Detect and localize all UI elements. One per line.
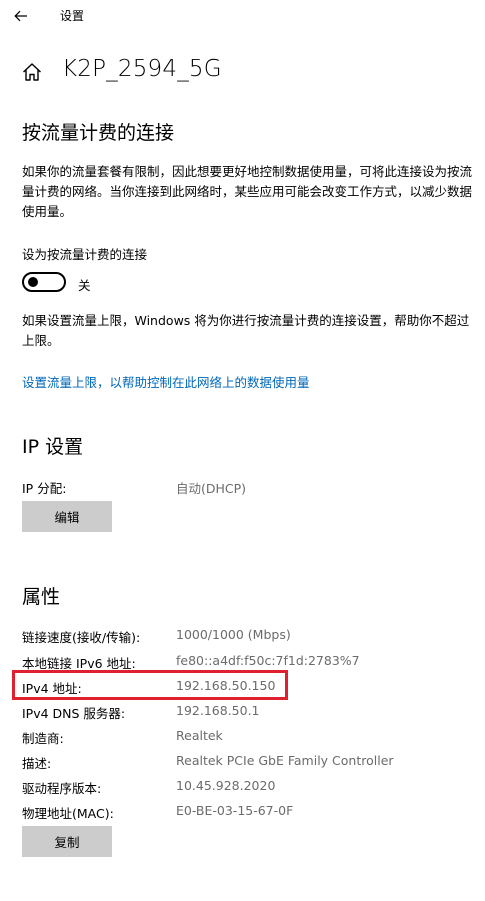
set-data-limit-link[interactable]: 设置流量上限，以帮助控制在此网络上的数据使用量 — [22, 372, 310, 391]
toggle-knob — [28, 277, 38, 287]
ipv4-dns-value: 192.168.50.1 — [176, 703, 260, 718]
link-speed-value: 1000/1000 (Mbps) — [176, 627, 291, 642]
back-arrow-icon — [14, 10, 27, 22]
description-label: 描述: — [22, 756, 52, 771]
properties-heading: 属性 — [22, 586, 61, 608]
ipv4-dns-label: IPv4 DNS 服务器: — [22, 706, 126, 721]
driver-version-label: 驱动程序版本: — [22, 781, 102, 796]
ipv4-highlight-box — [12, 670, 288, 700]
mac-address-label: 物理地址(MAC): — [22, 806, 114, 821]
metered-toggle-label: 设为按流量计费的连接 — [22, 247, 148, 262]
copy-button[interactable]: 复制 — [22, 826, 112, 857]
home-icon — [23, 63, 41, 81]
description-value: Realtek PCIe GbE Family Controller — [176, 753, 394, 768]
link-speed-label: 链接速度(接收/传输): — [22, 630, 141, 645]
back-button[interactable] — [4, 2, 38, 30]
driver-version-value: 10.45.928.2020 — [176, 778, 276, 793]
limit-description: 如果设置流量上限，Windows 将为你进行按流量计费的连接设置，帮助你不超过上… — [22, 313, 470, 348]
network-name: K2P_2594_5G — [62, 56, 222, 82]
window-title: 设置 — [60, 9, 85, 23]
manufacturer-value: Realtek — [176, 728, 223, 743]
metered-heading: 按流量计费的连接 — [22, 122, 175, 144]
metered-toggle[interactable] — [22, 272, 66, 292]
metered-description: 如果你的流量套餐有限制，因此想要更好地控制数据使用量，可将此连接设为按流量计费的… — [22, 164, 473, 219]
mac-address-value: E0-BE-03-15-67-0F — [176, 803, 294, 818]
ipv6-address-value: fe80::a4df:f50c:7f1d:2783%7 — [176, 653, 360, 668]
ip-assignment-label: IP 分配: — [22, 481, 67, 496]
ip-settings-heading: IP 设置 — [22, 436, 84, 458]
ip-assignment-value: 自动(DHCP) — [176, 481, 247, 496]
manufacturer-label: 制造商: — [22, 731, 64, 746]
metered-toggle-state: 关 — [78, 278, 91, 293]
edit-button[interactable]: 编辑 — [22, 501, 112, 532]
